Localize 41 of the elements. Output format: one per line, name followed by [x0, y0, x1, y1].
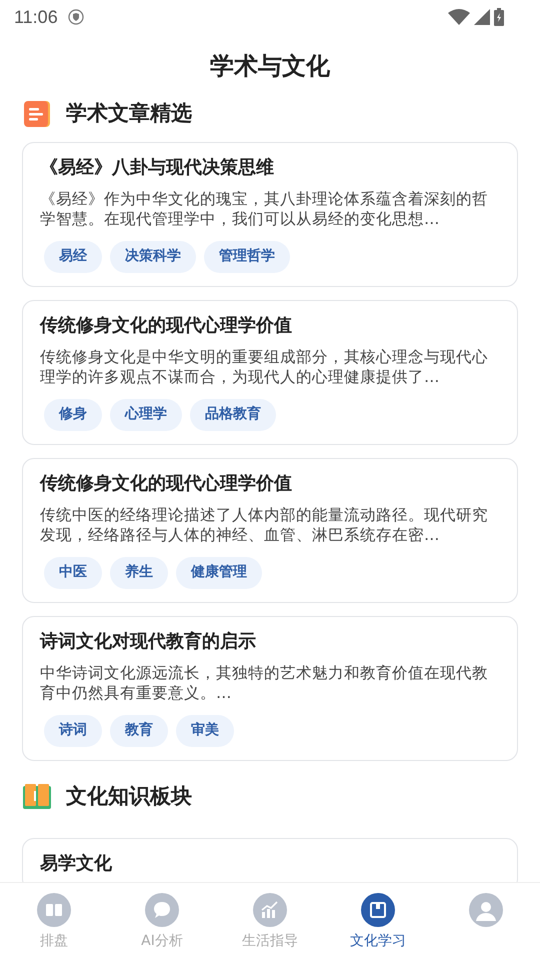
card-title: 易学文化 [40, 852, 113, 876]
tag-chip[interactable]: 易经 [44, 240, 102, 272]
document-icon [22, 98, 52, 129]
nav-tab[interactable]: 文化学习 [324, 893, 432, 952]
card-title: 《易经》八卦与现代决策思维 [40, 156, 275, 180]
tag-chip[interactable]: 中医 [44, 556, 102, 588]
card-summary: 传统修身文化是中华文明的重要组成部分，其核心理念与现代心理学的许多观点不谋而合，为现代人的心理健康提供了… [40, 346, 489, 386]
article-card[interactable]: 《易经》八卦与现代决策思维 《易经》作为中华文化的瑰宝，其八卦理论体系蕴含着深刻的哲学智慧。在现代管理学中，我们可以从易经的变化思想… 易经 决策科学 管理哲学 [22, 142, 518, 286]
status-time: 11:06 [14, 6, 58, 28]
shield-icon [68, 9, 84, 25]
tag-chip[interactable]: 心理学 [110, 398, 182, 430]
card-title: 传统修身文化的现代心理学价值 [40, 472, 293, 496]
tag-chip[interactable]: 品格教育 [190, 398, 276, 430]
tag-chip[interactable]: 修身 [44, 398, 102, 430]
tag-chip[interactable]: 教育 [110, 714, 168, 746]
card-title: 诗词文化对现代教育的启示 [40, 630, 257, 654]
user-icon [469, 893, 503, 927]
tag-chip[interactable]: 诗词 [44, 714, 102, 746]
chart-icon [253, 893, 287, 927]
tag-chip[interactable]: 养生 [110, 556, 168, 588]
notebook-icon [361, 893, 395, 927]
page-title: 学术与文化 [209, 51, 331, 82]
book-icon [37, 893, 71, 927]
section-title: 学术文章精选 [66, 100, 192, 127]
article-card[interactable]: 传统修身文化的现代心理学价值 传统中医的经络理论描述了人体内部的能量流动路径。现代研究发现，经络路径与人体的神经、血管、淋巴系统存在密… 中医 养生 健康管理 [22, 458, 518, 602]
section-title: 文化知识板块 [66, 782, 192, 810]
card-summary: 《易经》作为中华文化的瑰宝，其八卦理论体系蕴含着深刻的哲学智慧。在现代管理学中，我们可以从易经的变化思想… [40, 188, 489, 228]
chat-bubble-icon [145, 893, 179, 927]
tag-chip[interactable]: 审美 [176, 714, 234, 746]
tag-chip[interactable]: 健康管理 [176, 556, 262, 588]
article-card[interactable]: 传统修身文化的现代心理学价值 传统修身文化是中华文明的重要组成部分，其核心理念与现代心理学的许多观点不谋而合，为现代人的心理健康提供了… 修身 心理学 品格教育 [22, 300, 518, 444]
tag-chip[interactable]: 决策科学 [110, 240, 196, 272]
book-icon [22, 781, 52, 812]
battery-icon [494, 8, 504, 26]
wifi-icon [448, 9, 470, 25]
tag-chip[interactable]: 管理哲学 [204, 240, 290, 272]
card-summary: 中华诗词文化源远流长，其独特的艺术魅力和教育价值在现代教育中仍然具有重要意义。… [40, 662, 489, 702]
card-title: 传统修身文化的现代心理学价值 [40, 314, 293, 338]
card-summary: 传统中医的经络理论描述了人体内部的能量流动路径。现代研究发现，经络路径与人体的神经、血管、淋巴系统存在密… [40, 504, 489, 544]
signal-icon [474, 9, 490, 25]
article-card[interactable]: 诗词文化对现代教育的启示 中华诗词文化源远流长，其独特的艺术魅力和教育价值在现代教育中仍然具有重要意义。… 诗词 教育 审美 [22, 616, 518, 760]
